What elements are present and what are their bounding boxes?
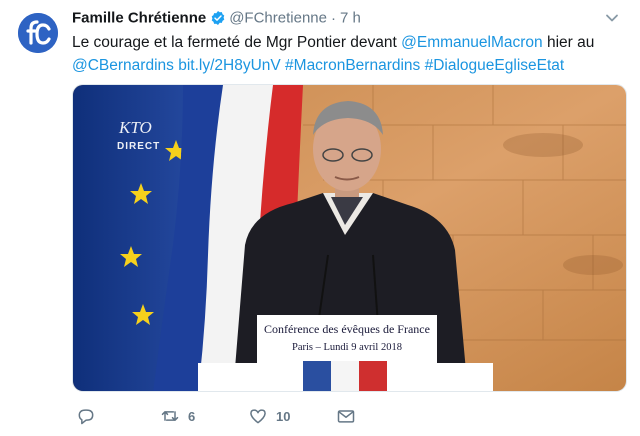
like-button[interactable]: 10 — [248, 404, 290, 428]
tweet-text-part: Le courage et la fermeté de Mgr Pontier … — [72, 34, 402, 51]
author-name[interactable]: Famille Chrétienne — [72, 10, 206, 27]
mention-link[interactable]: @EmmanuelMacron — [401, 34, 543, 51]
verified-badge-icon — [211, 11, 225, 26]
tweet-text: Le courage et la fermeté de Mgr Pontier … — [72, 31, 632, 77]
direct-message-button[interactable] — [336, 404, 356, 428]
kto-logo-text: KTO — [118, 118, 152, 137]
like-count: 10 — [276, 408, 291, 424]
hashtag-link[interactable]: #DialogueEgliseEtat — [425, 57, 565, 74]
podium-sign-subtitle: Paris – Lundi 9 avril 2018 — [292, 342, 402, 353]
retweet-icon — [161, 411, 179, 421]
avatar[interactable] — [18, 13, 58, 53]
heart-icon — [250, 409, 266, 424]
envelope-icon — [337, 410, 355, 423]
url-link[interactable]: bit.ly/2H8yUnV — [178, 57, 281, 74]
tweet-card: Famille Chrétienne @FChretienne · 7 h Le co… — [0, 0, 640, 436]
hashtag-link[interactable]: #MacronBernardins — [285, 57, 420, 74]
mention-link[interactable]: @CBernardins — [72, 57, 174, 74]
podium-sign-title: Conférence des évêques de France — [264, 322, 430, 336]
retweet-button[interactable]: 6 — [160, 404, 195, 428]
separator-dot: · — [330, 9, 336, 27]
reply-button[interactable] — [76, 404, 96, 428]
media-photo: Conférence des évêques de France Paris –… — [73, 85, 626, 391]
retweet-count: 6 — [188, 408, 196, 424]
tweet-text-part: hier au — [542, 34, 595, 51]
tweet-actions: 6 10 — [72, 404, 392, 428]
reply-icon — [78, 409, 94, 425]
chevron-down-icon[interactable] — [604, 10, 620, 26]
author-handle[interactable]: @FChretienne — [229, 10, 327, 27]
live-label: DIRECT — [117, 141, 160, 152]
tweet-timestamp[interactable]: 7 h — [340, 10, 361, 27]
fc-logo-icon — [18, 13, 58, 53]
tweet-media[interactable]: Conférence des évêques de France Paris –… — [72, 84, 627, 392]
tweet-header: Famille Chrétienne @FChretienne · 7 h — [72, 9, 361, 29]
